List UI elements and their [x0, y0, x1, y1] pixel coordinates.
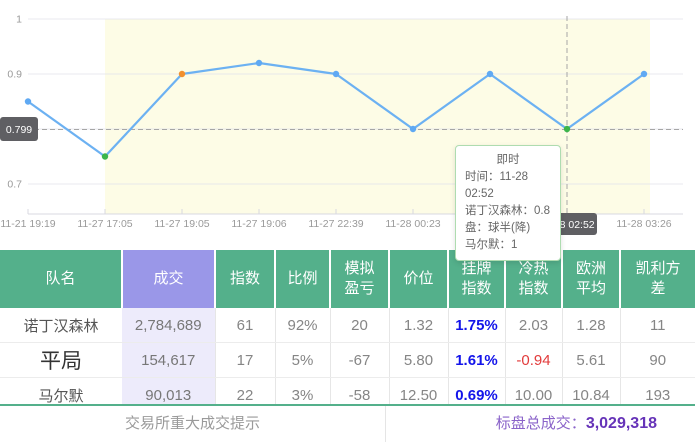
column-header-2[interactable]: 成交: [122, 250, 215, 308]
cell: 1.61%: [448, 343, 505, 378]
cell: 5%: [275, 343, 330, 378]
footer: 交易所重大成交提示 标盘总成交：3,029,318: [0, 406, 695, 442]
tooltip-line-handicap: 盘：球半(降): [465, 220, 551, 237]
odds-table-body: 诺丁汉森林2,784,6896192%201.321.75%2.031.2811…: [0, 308, 695, 412]
cell: 17: [215, 343, 275, 378]
tooltip-title: 即时: [465, 152, 551, 169]
cell: 1.32: [389, 308, 448, 343]
odds-table-head: 队名成交指数比例模拟盈亏价位挂牌指数冷热指数欧洲平均凯利方差: [0, 250, 695, 308]
cell: 2.03: [505, 308, 562, 343]
table-row[interactable]: 平局154,617175%-675.801.61%-0.945.6190: [0, 343, 695, 378]
data-point-marker[interactable]: [102, 153, 108, 159]
column-header-3[interactable]: 指数: [215, 250, 275, 308]
column-header-10[interactable]: 凯利方差: [620, 250, 695, 308]
x-tick-label: 11-28 00:23: [385, 218, 440, 230]
team-name: 平局: [0, 343, 122, 378]
cell: 154,617: [122, 343, 215, 378]
y-tick-label: 0.7: [7, 179, 22, 191]
cell: 5.80: [389, 343, 448, 378]
cell: 2,784,689: [122, 308, 215, 343]
cell: 1.75%: [448, 308, 505, 343]
data-point-marker[interactable]: [564, 126, 570, 132]
cell: 20: [330, 308, 389, 343]
column-header-1[interactable]: 队名: [0, 250, 122, 308]
y-axis-badge-label: 0.799: [6, 124, 32, 136]
data-point-marker[interactable]: [641, 71, 647, 77]
x-tick-label: 11-27 19:06: [231, 218, 286, 230]
cell: 92%: [275, 308, 330, 343]
total-volume-label: 标盘总成交：: [496, 415, 586, 432]
column-header-4[interactable]: 比例: [275, 250, 330, 308]
total-volume: 标盘总成交：3,029,318: [496, 406, 657, 442]
column-header-9[interactable]: 欧洲平均: [562, 250, 620, 308]
cell: 11: [620, 308, 695, 343]
x-tick-label: 11-27 19:05: [154, 218, 209, 230]
odds-trend-svg: 1 0.9 0.7 11-21 19:19 11-27 17:05 11-27 19:05…: [0, 0, 695, 248]
data-point-marker[interactable]: [179, 71, 185, 77]
y-tick-label: 0.9: [7, 69, 22, 81]
odds-table: 队名成交指数比例模拟盈亏价位挂牌指数冷热指数欧洲平均凯利方差 诺丁汉森林2,78…: [0, 250, 695, 412]
footer-divider: [385, 406, 386, 442]
x-tick-label: 11-21 19:19: [0, 218, 55, 230]
data-point-marker[interactable]: [487, 71, 493, 77]
column-header-6[interactable]: 价位: [389, 250, 448, 308]
cell: 1.28: [562, 308, 620, 343]
x-tick-label: 11-28 03:26: [616, 218, 671, 230]
exchange-alert-label[interactable]: 交易所重大成交提示: [0, 406, 385, 442]
odds-trend-chart[interactable]: 1 0.9 0.7 11-21 19:19 11-27 17:05 11-27 19:05…: [0, 0, 695, 248]
data-point-marker[interactable]: [256, 60, 262, 66]
cell: 61: [215, 308, 275, 343]
tooltip-line-time: 时间：11-28 02:52: [465, 169, 551, 203]
cell: 5.61: [562, 343, 620, 378]
column-header-5[interactable]: 模拟盈亏: [330, 250, 389, 308]
header-row: 队名成交指数比例模拟盈亏价位挂牌指数冷热指数欧洲平均凯利方差: [0, 250, 695, 308]
highlight-band: [105, 19, 650, 214]
x-tick-label: 11-27 22:39: [308, 218, 363, 230]
total-volume-value: 3,029,318: [586, 415, 657, 432]
chart-tooltip: 即时 时间：11-28 02:52 诺丁汉森林：0.8 盘：球半(降) 马尔默：…: [455, 145, 561, 261]
table-row[interactable]: 诺丁汉森林2,784,6896192%201.321.75%2.031.2811: [0, 308, 695, 343]
tooltip-line-home-odds: 诺丁汉森林：0.8: [465, 203, 551, 220]
cell: 90: [620, 343, 695, 378]
tooltip-line-away-odds: 马尔默：1: [465, 237, 551, 254]
data-point-marker[interactable]: [333, 71, 339, 77]
team-name: 诺丁汉森林: [0, 308, 122, 343]
data-point-marker[interactable]: [25, 98, 31, 104]
cell: -0.94: [505, 343, 562, 378]
x-tick-label: 11-27 17:05: [77, 218, 132, 230]
data-point-marker[interactable]: [410, 126, 416, 132]
y-tick-label: 1: [16, 14, 22, 26]
cell: -67: [330, 343, 389, 378]
